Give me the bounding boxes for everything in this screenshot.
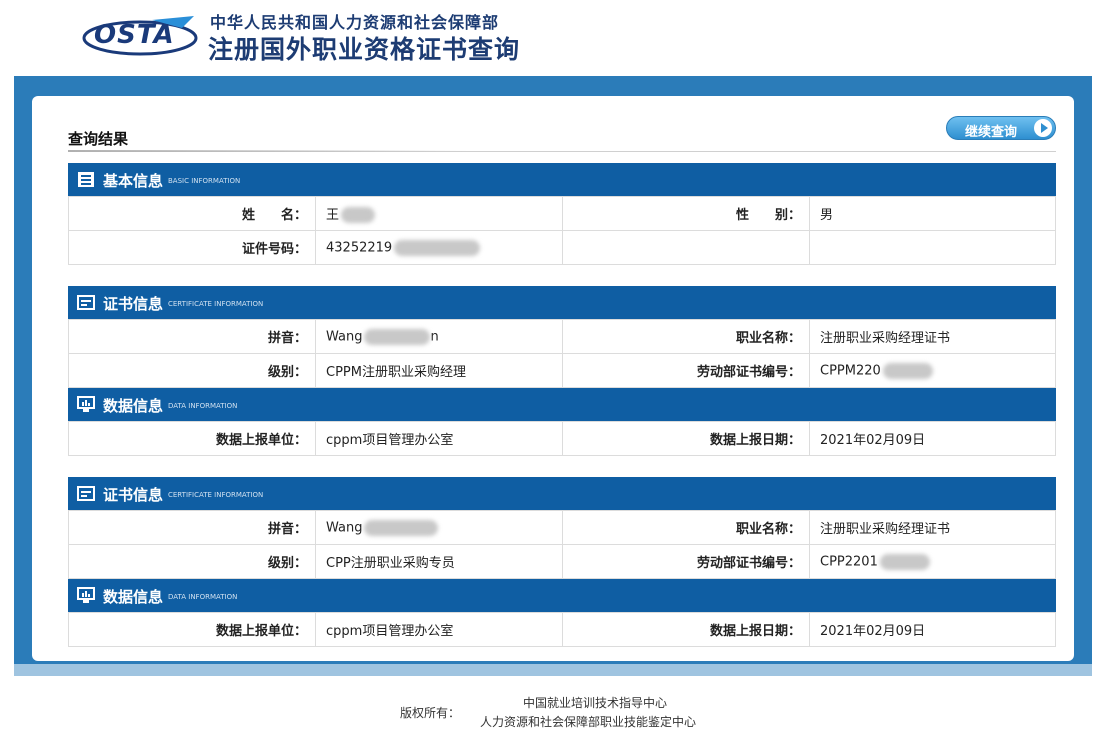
play-circle-icon bbox=[1034, 119, 1052, 137]
pinyin-label: 拼音： bbox=[68, 510, 316, 545]
gender-label: 性 别： bbox=[562, 196, 810, 231]
table-row: 数据上报单位： cppm项目管理办公室 数据上报日期： 2021年02月09日 bbox=[68, 612, 1056, 647]
certificate-info-title: 证书信息 bbox=[103, 295, 164, 313]
level-label: 级别： bbox=[68, 544, 316, 579]
report-unit-label: 数据上报单位： bbox=[68, 421, 316, 456]
certificate-info-bar: 证书信息 CERTIFICATE INFORMATION bbox=[68, 477, 1056, 510]
gender-value: 男 bbox=[809, 196, 1056, 231]
level-value: CPP注册职业采购专员 bbox=[315, 544, 563, 579]
level-label: 级别： bbox=[68, 353, 316, 388]
cert-number-value: CPPM220 bbox=[809, 353, 1056, 388]
certificate-icon bbox=[77, 486, 95, 501]
job-value: 注册职业采购经理证书 bbox=[809, 319, 1056, 354]
certificate-info-subtitle: CERTIFICATE INFORMATION bbox=[168, 300, 264, 308]
cert-number-text: CPP2201 bbox=[820, 554, 878, 569]
data-info-subtitle: DATA INFORMATION bbox=[168, 402, 238, 410]
certificate-info-subtitle: CERTIFICATE INFORMATION bbox=[168, 491, 264, 499]
certificate-icon bbox=[77, 295, 95, 310]
data-info-title: 数据信息 bbox=[103, 588, 164, 606]
logo-text: OSTA bbox=[94, 20, 175, 50]
table-row: 数据上报单位： cppm项目管理办公室 数据上报日期： 2021年02月09日 bbox=[68, 421, 1056, 456]
redaction-blur bbox=[364, 328, 431, 345]
empty-cell bbox=[562, 230, 810, 265]
cert-number-label: 劳动部证书编号： bbox=[562, 353, 810, 388]
continue-query-button[interactable]: 继续查询 bbox=[946, 116, 1056, 140]
data-info-table: 数据上报单位： cppm项目管理办公室 数据上报日期： 2021年02月09日 bbox=[68, 421, 1056, 456]
id-text: 43252219 bbox=[326, 240, 393, 255]
data-info-bar: 数据信息 DATA INFORMATION bbox=[68, 388, 1056, 421]
redaction-blur bbox=[879, 553, 930, 570]
copyright-org-1: 中国就业培训技术指导中心 bbox=[523, 696, 668, 710]
report-unit-value: cppm项目管理办公室 bbox=[315, 421, 563, 456]
redaction-blur bbox=[882, 362, 933, 379]
basic-info-table: 姓 名： 王 性 别： 男 证件号码： 43252219 bbox=[68, 196, 1056, 265]
certificate-info-bar: 证书信息 CERTIFICATE INFORMATION bbox=[68, 286, 1056, 319]
certificate-info-title: 证书信息 bbox=[103, 486, 164, 504]
table-row: 级别： CPP注册职业采购专员 劳动部证书编号： CPP2201 bbox=[68, 544, 1056, 579]
monitor-chart-icon bbox=[77, 587, 95, 603]
site-title: 注册国外职业资格证书查询 bbox=[208, 35, 521, 64]
report-date-value: 2021年02月09日 bbox=[809, 612, 1056, 647]
report-date-label: 数据上报日期： bbox=[562, 421, 810, 456]
table-row: 拼音： Wang n 职业名称： 注册职业采购经理证书 bbox=[68, 319, 1056, 354]
name-value: 王 bbox=[315, 196, 563, 231]
pinyin-value: Wang bbox=[315, 510, 563, 545]
pinyin-text: Wang bbox=[326, 520, 363, 535]
pinyin-tail: n bbox=[430, 329, 439, 344]
redaction-blur bbox=[394, 239, 481, 256]
pinyin-text: Wang bbox=[326, 329, 363, 344]
basic-info-bar: 基本信息 BASIC INFORMATION bbox=[68, 163, 1056, 196]
site-footer: 版权所有： 中国就业培训技术指导中心 人力资源和社会保障部职业技能鉴定中心 bbox=[0, 684, 1113, 734]
frame-bottom-bar bbox=[14, 664, 1092, 676]
continue-query-label: 继续查询 bbox=[965, 124, 1018, 139]
empty-cell bbox=[809, 230, 1056, 265]
job-label: 职业名称： bbox=[562, 319, 810, 354]
content-frame: 查询结果 继续查询 基本信息 BASIC INFORMATION 姓 名： 王 … bbox=[14, 76, 1092, 676]
certificate-info-table: 拼音： Wang 职业名称： 注册职业采购经理证书 级别： CPP注册职业采购专… bbox=[68, 510, 1056, 579]
basic-info-subtitle: BASIC INFORMATION bbox=[168, 177, 241, 185]
id-label: 证件号码： bbox=[68, 230, 316, 265]
cert-number-label: 劳动部证书编号： bbox=[562, 544, 810, 579]
table-row: 姓 名： 王 性 别： 男 bbox=[68, 196, 1056, 231]
cert-number-text: CPPM220 bbox=[820, 363, 881, 378]
content-panel: 查询结果 继续查询 基本信息 BASIC INFORMATION 姓 名： 王 … bbox=[32, 96, 1074, 661]
site-header: OSTA 中华人民共和国人力资源和社会保障部 注册国外职业资格证书查询 bbox=[0, 0, 1113, 76]
copyright-label: 版权所有： bbox=[400, 706, 461, 720]
report-date-value: 2021年02月09日 bbox=[809, 421, 1056, 456]
osta-logo[interactable]: OSTA bbox=[82, 14, 200, 58]
data-info-bar: 数据信息 DATA INFORMATION bbox=[68, 579, 1056, 612]
basic-info-title: 基本信息 bbox=[103, 172, 164, 190]
job-value: 注册职业采购经理证书 bbox=[809, 510, 1056, 545]
redaction-blur bbox=[341, 207, 376, 224]
table-row: 证件号码： 43252219 bbox=[68, 230, 1056, 265]
pinyin-value: Wang n bbox=[315, 319, 563, 354]
list-icon bbox=[78, 172, 94, 187]
redaction-blur bbox=[364, 519, 439, 536]
name-label: 姓 名： bbox=[68, 196, 316, 231]
cert-number-value: CPP2201 bbox=[809, 544, 1056, 579]
report-unit-value: cppm项目管理办公室 bbox=[315, 612, 563, 647]
id-value: 43252219 bbox=[315, 230, 563, 265]
certificate-info-table: 拼音： Wang n 职业名称： 注册职业采购经理证书 级别： CPPM注册职业采… bbox=[68, 319, 1056, 388]
data-info-subtitle: DATA INFORMATION bbox=[168, 593, 238, 601]
table-row: 拼音： Wang 职业名称： 注册职业采购经理证书 bbox=[68, 510, 1056, 545]
result-title: 查询结果 bbox=[68, 130, 129, 148]
result-divider-accent bbox=[68, 150, 468, 152]
job-label: 职业名称： bbox=[562, 510, 810, 545]
data-info-title: 数据信息 bbox=[103, 397, 164, 415]
monitor-chart-icon bbox=[77, 396, 95, 412]
name-text: 王 bbox=[326, 207, 340, 223]
data-info-table: 数据上报单位： cppm项目管理办公室 数据上报日期： 2021年02月09日 bbox=[68, 612, 1056, 647]
copyright-org-2: 人力资源和社会保障部职业技能鉴定中心 bbox=[480, 715, 697, 729]
report-unit-label: 数据上报单位： bbox=[68, 612, 316, 647]
report-date-label: 数据上报日期： bbox=[562, 612, 810, 647]
level-value: CPPM注册职业采购经理 bbox=[315, 353, 563, 388]
pinyin-label: 拼音： bbox=[68, 319, 316, 354]
table-row: 级别： CPPM注册职业采购经理 劳动部证书编号： CPPM220 bbox=[68, 353, 1056, 388]
